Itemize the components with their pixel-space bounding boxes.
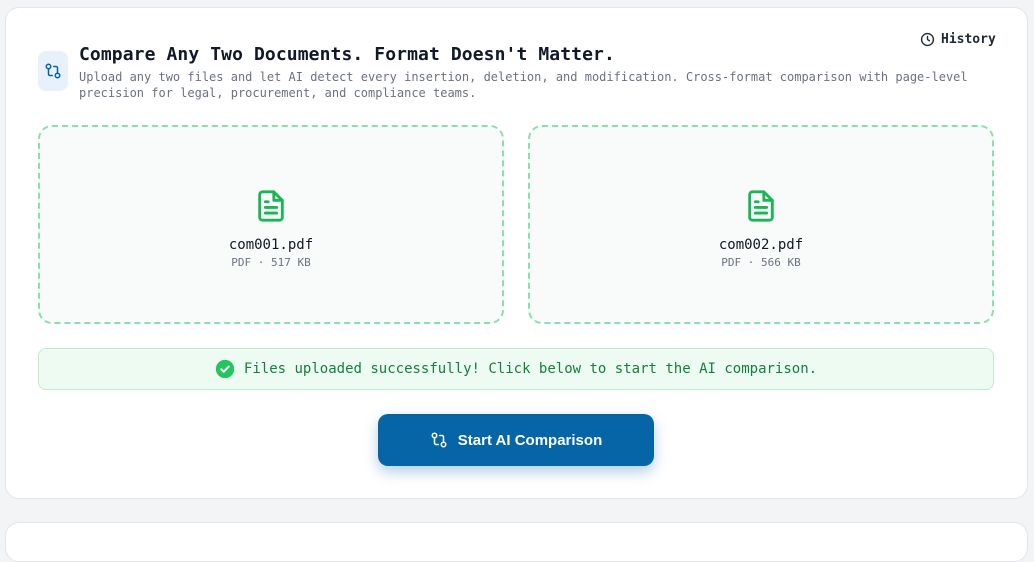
compare-panel: Compare Any Two Documents. Format Doesn'… <box>5 7 1028 499</box>
status-message: Files uploaded successfully! Click below… <box>243 361 818 377</box>
history-button[interactable]: History <box>920 32 996 47</box>
file-meta: PDF · 517 KB <box>231 255 311 269</box>
file-text-icon <box>254 187 288 229</box>
file-meta: PDF · 566 KB <box>721 255 801 269</box>
history-label: History <box>941 32 996 47</box>
file-text-icon <box>744 187 778 229</box>
start-comparison-button[interactable]: Start AI Comparison <box>378 414 654 466</box>
upload-success-banner: Files uploaded successfully! Click below… <box>38 348 994 390</box>
file-dropzone-1[interactable]: com001.pdf PDF · 517 KB <box>38 125 504 324</box>
page-title: Compare Any Two Documents. Format Doesn'… <box>79 44 615 65</box>
start-comparison-label: Start AI Comparison <box>457 431 603 449</box>
file-name: com002.pdf <box>718 236 804 253</box>
git-compare-icon <box>430 431 448 449</box>
check-circle-icon <box>215 359 235 379</box>
clock-icon <box>920 32 935 47</box>
file-name: com001.pdf <box>228 236 314 253</box>
git-compare-icon <box>38 51 68 91</box>
page-subtitle: Upload any two files and let AI detect e… <box>79 70 968 100</box>
results-panel <box>5 522 1028 562</box>
file-dropzone-2[interactable]: com002.pdf PDF · 566 KB <box>528 125 994 324</box>
